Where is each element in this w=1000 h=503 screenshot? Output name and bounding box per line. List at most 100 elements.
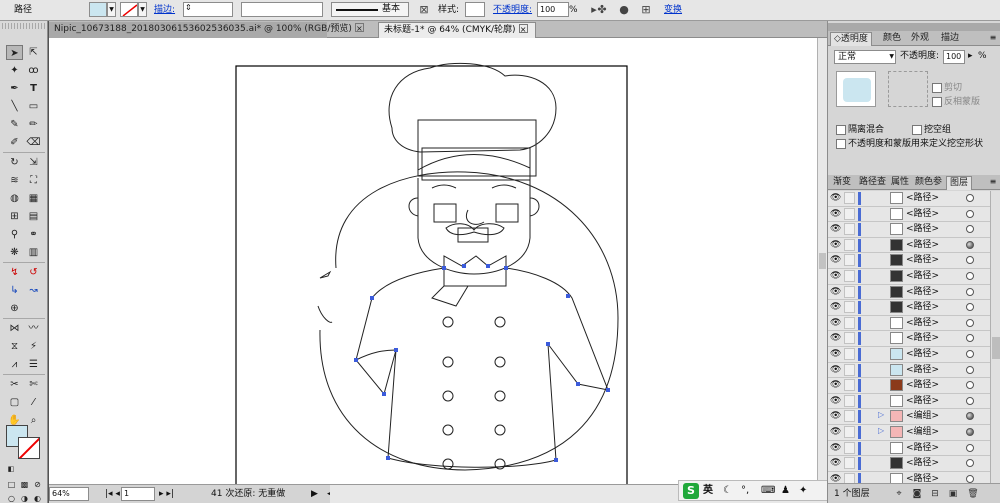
- tab-gradient[interactable]: 渐变: [830, 176, 854, 190]
- align-icon[interactable]: ⊞: [638, 2, 654, 18]
- layers-scrollbar[interactable]: [990, 191, 1000, 483]
- target-circle-icon[interactable]: [966, 256, 974, 265]
- close-icon[interactable]: ×: [354, 23, 364, 33]
- moon-icon[interactable]: ☾: [723, 481, 732, 500]
- width-tool-icon[interactable]: ⧖: [6, 339, 23, 354]
- eye-icon[interactable]: 👁: [830, 225, 841, 234]
- lock-toggle[interactable]: [844, 363, 855, 376]
- tab-color-guide[interactable]: 颜色参: [912, 176, 945, 190]
- lock-toggle[interactable]: [844, 238, 855, 251]
- rotate-tool-icon[interactable]: ↻: [6, 155, 23, 170]
- magic-wand-tool-icon[interactable]: ✦: [6, 63, 23, 78]
- knife-tool-icon[interactable]: ✂: [6, 377, 23, 392]
- pencil-tool-icon[interactable]: ✏: [25, 117, 42, 132]
- lock-toggle[interactable]: [844, 332, 855, 345]
- rectangle-frame-tool-icon[interactable]: ▢: [6, 395, 23, 410]
- target-circle-icon[interactable]: [966, 443, 974, 452]
- target-circle-icon[interactable]: [966, 381, 974, 390]
- layer-row[interactable]: 👁 <路径>: [828, 346, 990, 363]
- eye-icon[interactable]: 👁: [830, 209, 841, 218]
- vertical-scrollbar[interactable]: [817, 38, 827, 484]
- target-circle-icon[interactable]: [966, 209, 974, 218]
- draw-normal-icon[interactable]: ○: [6, 493, 17, 503]
- eyedropper-tool-icon[interactable]: ⚲: [6, 227, 23, 242]
- doc-tab-untitled[interactable]: 未标题-1* @ 64% (CMYK/轮廓) ×: [378, 22, 536, 38]
- layer-row[interactable]: 👁 <路径>: [828, 253, 990, 269]
- panel-menu-icon[interactable]: ≡: [987, 32, 999, 44]
- knockout-group-checkbox[interactable]: [912, 125, 922, 135]
- target-circle-icon[interactable]: [966, 427, 974, 436]
- fill-dropdown[interactable]: ▼: [107, 2, 116, 17]
- lock-toggle[interactable]: [844, 410, 855, 423]
- stroke-dropdown[interactable]: ▼: [138, 2, 147, 17]
- layer-name[interactable]: <路径>: [906, 472, 939, 483]
- layer-row[interactable]: 👁 <路径>: [828, 300, 990, 316]
- recolor-icon[interactable]: ✤: [594, 2, 610, 18]
- line-tool-icon[interactable]: ╲: [6, 99, 23, 114]
- eye-icon[interactable]: 👁: [830, 318, 841, 327]
- make-clipping-mask-icon[interactable]: ◙: [910, 487, 924, 501]
- opacity-arrow-icon[interactable]: ▸: [968, 50, 973, 63]
- target-circle-icon[interactable]: [966, 474, 974, 483]
- eye-icon[interactable]: 👁: [830, 427, 841, 436]
- eye-icon[interactable]: 👁: [830, 459, 841, 468]
- style-swatch[interactable]: [465, 2, 485, 17]
- blend-tool-icon[interactable]: ⚭: [25, 227, 42, 242]
- layer-name[interactable]: <编组>: [906, 409, 939, 423]
- isolate-blending-checkbox[interactable]: [836, 125, 846, 135]
- target-circle-icon[interactable]: [966, 334, 974, 343]
- perspective-grid-tool-icon[interactable]: ▦: [25, 191, 42, 206]
- keyboard-icon[interactable]: ⌨: [761, 481, 775, 500]
- target-circle-icon[interactable]: [966, 287, 974, 296]
- lock-toggle[interactable]: [844, 207, 855, 220]
- tab-transparency[interactable]: ◇透明度: [830, 32, 872, 46]
- warp-tool-icon[interactable]: ≋: [6, 173, 23, 188]
- panel-grip[interactable]: [828, 23, 1000, 31]
- user-icon[interactable]: ♟: [781, 481, 790, 500]
- layer-name[interactable]: <路径>: [906, 300, 939, 314]
- column-graph-tool-icon[interactable]: ▥: [25, 245, 42, 260]
- layer-row[interactable]: 👁 <路径>: [828, 440, 990, 457]
- target-circle-icon[interactable]: [966, 459, 974, 468]
- lock-toggle[interactable]: [844, 223, 855, 236]
- eye-icon[interactable]: 👁: [830, 365, 841, 374]
- type-tool-icon[interactable]: T: [25, 81, 42, 96]
- stroke-weight-stepper-icon[interactable]: ⇕: [184, 3, 192, 12]
- scale-tool-icon[interactable]: ⇲: [25, 155, 42, 170]
- puppet-warp-tool-icon[interactable]: ⚡: [25, 339, 42, 354]
- lock-toggle[interactable]: [844, 441, 855, 454]
- stroke-weight-field[interactable]: ⇕: [183, 2, 233, 17]
- expand-triangle-icon[interactable]: ▷: [878, 426, 884, 435]
- stroke-color-swatch[interactable]: [18, 437, 40, 459]
- target-circle-icon[interactable]: [966, 396, 974, 405]
- tab-appearance[interactable]: 外观: [908, 32, 932, 46]
- prev-artboard-icon[interactable]: |◂ ◂: [105, 487, 120, 501]
- layer-row[interactable]: 👁 <路径>: [828, 237, 990, 254]
- blob-brush-tool-icon[interactable]: ✐: [6, 135, 23, 150]
- lock-toggle[interactable]: [844, 301, 855, 314]
- layer-row[interactable]: 👁 <路径>: [828, 206, 990, 223]
- invert-mask-checkbox[interactable]: [932, 97, 942, 107]
- scroll-thumb[interactable]: [992, 337, 1000, 359]
- globe-icon[interactable]: ●: [616, 2, 632, 18]
- eye-icon[interactable]: 👁: [830, 240, 841, 249]
- fill-swatch[interactable]: [89, 2, 107, 17]
- none-mode-icon[interactable]: ⊘: [32, 479, 43, 490]
- eye-icon[interactable]: 👁: [830, 443, 841, 452]
- tools-icon[interactable]: ✦: [799, 481, 807, 500]
- layer-name[interactable]: <路径>: [906, 378, 939, 392]
- layer-name[interactable]: <路径>: [906, 363, 939, 377]
- target-circle-icon[interactable]: [966, 349, 974, 358]
- lock-toggle[interactable]: [844, 425, 855, 438]
- eye-icon[interactable]: 👁: [830, 334, 841, 343]
- target-circle-icon[interactable]: [966, 365, 974, 374]
- expand-triangle-icon[interactable]: ▷: [878, 410, 884, 419]
- lock-toggle[interactable]: [844, 394, 855, 407]
- eye-icon[interactable]: 👁: [830, 256, 841, 265]
- layer-name[interactable]: <路径>: [906, 394, 939, 408]
- define-knockout-checkbox[interactable]: [836, 139, 846, 149]
- tab-color[interactable]: 颜色: [880, 32, 904, 46]
- direct-selection-tool-icon[interactable]: ⇱: [25, 45, 42, 60]
- locate-object-icon[interactable]: ⌖: [892, 487, 906, 501]
- lock-toggle[interactable]: [844, 472, 855, 483]
